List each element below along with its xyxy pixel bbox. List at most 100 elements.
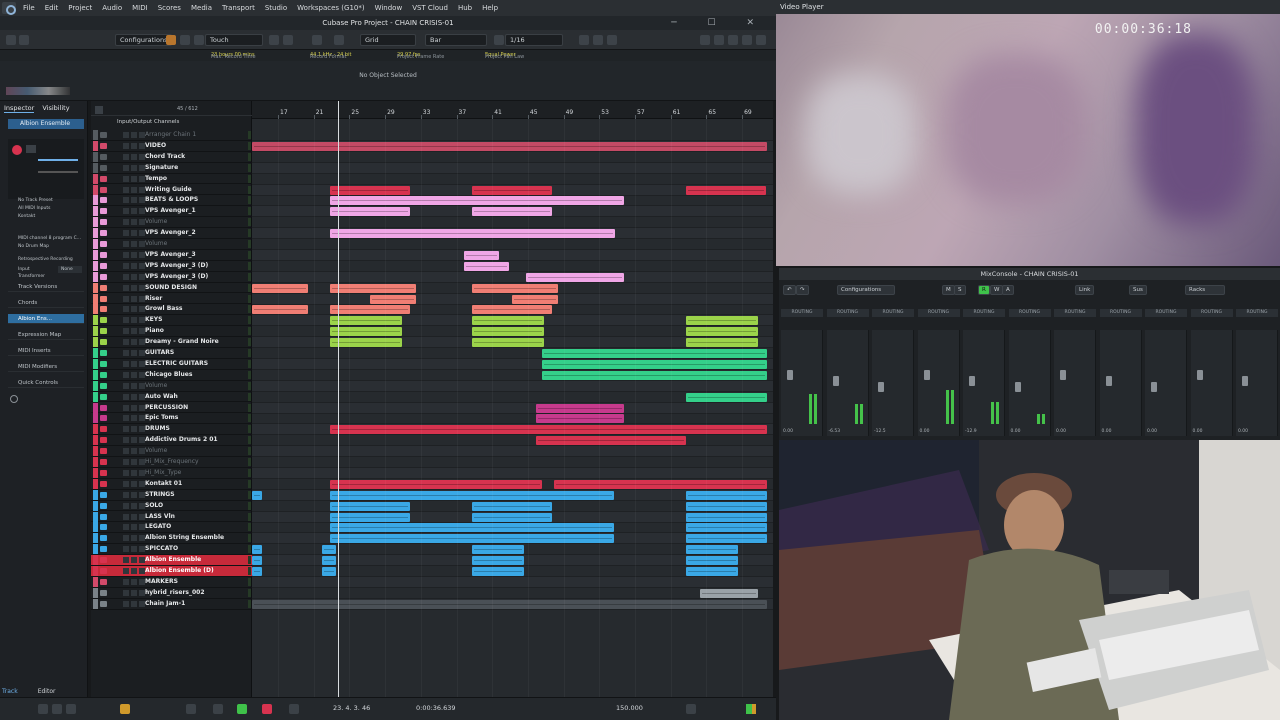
folder-icon[interactable]	[100, 600, 107, 607]
track-color[interactable]	[93, 184, 98, 195]
folder-icon[interactable]	[100, 448, 107, 455]
folder-icon[interactable]	[100, 328, 107, 335]
routing-button[interactable]: ROUTING	[1099, 309, 1142, 317]
volume-slider[interactable]	[38, 159, 78, 161]
track-row[interactable]: SOUND DESIGN	[91, 282, 252, 294]
event-part[interactable]	[330, 512, 410, 522]
folder-icon[interactable]	[100, 546, 107, 553]
mix-configurations-dropdown[interactable]: Configurations	[837, 285, 895, 295]
track-lane[interactable]	[252, 544, 773, 556]
channel-fader[interactable]	[832, 376, 839, 386]
track-lane[interactable]	[252, 283, 773, 294]
event-part[interactable]	[252, 545, 262, 555]
track-color[interactable]	[93, 544, 98, 555]
track-row[interactable]: DRUMS	[91, 424, 252, 436]
event-part[interactable]	[330, 316, 402, 326]
position-bars[interactable]: 23. 4. 3. 46	[333, 704, 370, 712]
event-part[interactable]	[472, 327, 544, 337]
menu-item[interactable]: Workspaces (G10*)	[292, 4, 369, 12]
auto-quantize-icon[interactable]	[120, 704, 130, 714]
track-lane[interactable]	[252, 315, 773, 327]
snap-icon[interactable]	[334, 35, 344, 45]
track-color[interactable]	[93, 489, 98, 500]
event-part[interactable]	[330, 523, 614, 533]
mute-solo-buttons[interactable]	[123, 371, 145, 378]
redo-icon[interactable]: ↷	[796, 285, 809, 295]
track-color[interactable]	[93, 467, 98, 478]
track-row[interactable]: Arranger Chain 1	[91, 130, 252, 141]
track-lane[interactable]	[252, 392, 773, 403]
track-color[interactable]	[93, 555, 98, 566]
tab-visibility[interactable]: Visibility	[42, 104, 69, 113]
mute-solo-buttons[interactable]	[123, 415, 145, 422]
track-color[interactable]	[93, 195, 98, 206]
track-row[interactable]: hybrid_risers_002	[91, 587, 252, 599]
folder-icon[interactable]	[100, 415, 107, 422]
track-lane[interactable]	[252, 555, 773, 567]
mute-solo-buttons[interactable]	[123, 262, 145, 269]
mute-solo-buttons[interactable]	[123, 164, 145, 171]
track-color[interactable]	[93, 413, 98, 424]
quantize-select[interactable]: 1/16	[505, 34, 563, 46]
channel-volume[interactable]: 0.00	[1102, 429, 1112, 434]
event-part[interactable]	[252, 599, 767, 609]
track-lane[interactable]	[252, 446, 773, 458]
ruler[interactable]: 17 21 25 29 33 37 41 45 49 53 57 61 65 69	[252, 101, 773, 119]
track-row[interactable]: Chain Jam-1	[91, 598, 252, 610]
mute-solo-buttons[interactable]	[123, 469, 145, 476]
event-part[interactable]	[330, 479, 542, 489]
mute-solo-buttons[interactable]	[123, 360, 145, 367]
channel-strip[interactable]: 0.00	[1145, 330, 1187, 436]
track-color[interactable]	[93, 151, 98, 162]
routing-button[interactable]: ROUTING	[1236, 309, 1278, 317]
track-row[interactable]: ELECTRIC GUITARS	[91, 358, 252, 370]
folder-icon[interactable]	[100, 426, 107, 433]
track-color[interactable]	[93, 358, 98, 369]
track-lane[interactable]	[252, 293, 773, 305]
event-part[interactable]	[542, 349, 767, 358]
event-part[interactable]	[472, 305, 552, 315]
channel-strip[interactable]: -6.53	[826, 330, 869, 436]
play-icon[interactable]	[237, 704, 247, 714]
track-lane[interactable]	[252, 206, 773, 218]
folder-icon[interactable]	[100, 197, 107, 204]
track-row[interactable]: VPS Avenger_1	[91, 206, 252, 218]
folder-icon[interactable]	[100, 513, 107, 520]
track-row[interactable]: Volume	[91, 217, 252, 229]
mute-solo-buttons[interactable]	[123, 513, 145, 520]
folder-icon[interactable]	[100, 491, 107, 498]
mute-solo-buttons[interactable]	[123, 600, 145, 607]
track-row[interactable]: Piano	[91, 326, 252, 338]
track-color[interactable]	[93, 348, 98, 358]
mute-solo-buttons[interactable]	[123, 273, 145, 280]
folder-icon[interactable]	[100, 317, 107, 324]
event-part[interactable]	[464, 261, 509, 271]
track-row[interactable]: MARKERS	[91, 576, 252, 588]
channel-volume[interactable]: 0.00	[1238, 429, 1248, 434]
section-midi-modifiers[interactable]: MIDI Modifiers	[8, 362, 84, 372]
track-row[interactable]: Writing Guide	[91, 184, 252, 196]
channel-volume[interactable]: -12.9	[965, 429, 977, 434]
track-row[interactable]: SOLO	[91, 500, 252, 512]
section-chords[interactable]: Chords	[8, 298, 84, 308]
track-lane[interactable]	[252, 566, 773, 577]
event-part[interactable]	[330, 196, 624, 206]
track-color[interactable]	[93, 326, 98, 337]
event-part[interactable]	[252, 141, 767, 151]
channel-fader[interactable]	[1105, 376, 1112, 386]
event-part[interactable]	[472, 338, 544, 348]
event-part[interactable]	[322, 545, 336, 555]
section-expression-map[interactable]: Expression Map	[8, 330, 84, 340]
tab-track[interactable]: Track	[2, 688, 18, 695]
track-color[interactable]	[93, 576, 98, 587]
track-lane[interactable]	[252, 511, 773, 523]
mute-all-button[interactable]: M	[942, 285, 955, 295]
channel-strip[interactable]: 0.00	[781, 330, 823, 436]
channel-strip[interactable]: 0.00	[1190, 330, 1233, 436]
event-part[interactable]	[252, 567, 262, 576]
track-row[interactable]: Auto Wah	[91, 391, 252, 403]
event-part[interactable]	[252, 490, 262, 500]
mute-solo-buttons[interactable]	[123, 404, 145, 411]
event-part[interactable]	[542, 370, 767, 380]
track-color[interactable]	[93, 130, 98, 140]
